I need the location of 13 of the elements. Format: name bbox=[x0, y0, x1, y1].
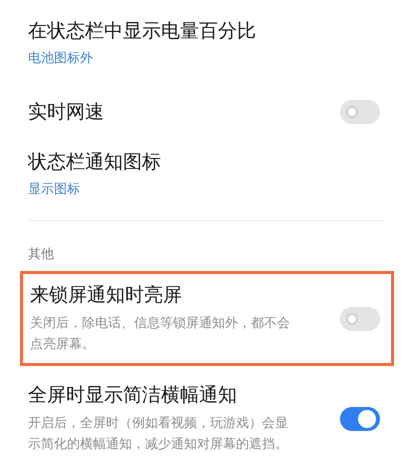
setting-title: 在状态栏中显示电量百分比 bbox=[28, 19, 257, 44]
setting-title: 实时网速 bbox=[28, 100, 105, 125]
section-header: 其他 bbox=[28, 246, 55, 263]
setting-title: 来锁屏通知时亮屏 bbox=[30, 283, 183, 308]
toggle-switch[interactable] bbox=[340, 306, 380, 330]
setting-description: 开启后，全屏时（例如看视频，玩游戏）会显示简化的横幅通知，减少通知对屏幕的遮挡。 bbox=[28, 415, 289, 454]
setting-value[interactable]: 电池图标外 bbox=[28, 49, 384, 67]
setting-title: 全屏时显示简洁横幅通知 bbox=[28, 383, 238, 408]
setting-value[interactable]: 显示图标 bbox=[28, 180, 384, 198]
setting-title: 状态栏通知图标 bbox=[28, 150, 162, 175]
setting-description: 关闭后，除电话、信息等锁屏通知外，都不会点亮屏幕。 bbox=[30, 315, 291, 354]
toggle-switch[interactable] bbox=[340, 100, 380, 124]
toggle-switch[interactable] bbox=[340, 406, 380, 430]
